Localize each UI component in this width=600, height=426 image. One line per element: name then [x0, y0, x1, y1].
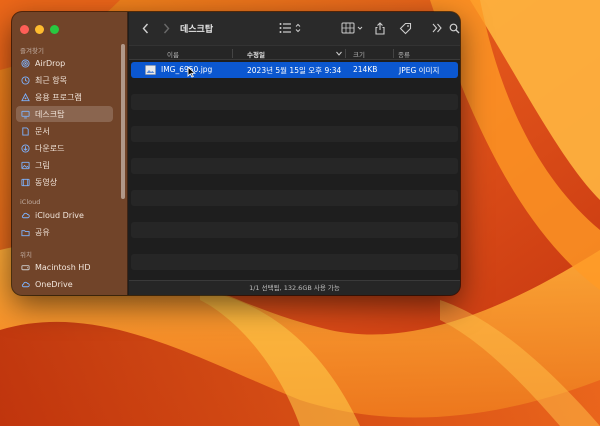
close-window-button[interactable]: [20, 25, 29, 34]
sidebar-item-label: OneDrive: [35, 279, 73, 289]
share-icon: [375, 21, 385, 35]
sidebar-item-movies[interactable]: 동영상: [16, 174, 113, 190]
sidebar-item-label: AirDrop: [35, 58, 66, 68]
sidebar-item-pictures[interactable]: 그림: [16, 157, 113, 173]
column-name[interactable]: 이름: [167, 49, 179, 59]
sidebar-scrollbar[interactable]: [121, 44, 125, 199]
empty-row: [131, 158, 458, 174]
download-icon: [21, 143, 30, 153]
empty-row: [131, 174, 458, 190]
desktop-icon: [21, 110, 30, 118]
column-divider: [345, 49, 346, 58]
cloud-icon: [21, 212, 30, 218]
column-date[interactable]: 수정일: [247, 49, 265, 59]
empty-row: [131, 254, 458, 270]
applications-icon: [21, 92, 30, 101]
sidebar-item-shared[interactable]: 공유: [16, 224, 113, 240]
sidebar-item-label: 동영상: [35, 177, 58, 187]
sort-chevron-down-icon: [336, 51, 342, 56]
column-divider: [232, 49, 233, 58]
shared-folder-icon: [21, 229, 30, 236]
sidebar-item-label: 문서: [35, 126, 50, 136]
view-options-button[interactable]: [279, 21, 303, 35]
sidebar-item-macintosh-hd[interactable]: Macintosh HD: [16, 259, 113, 275]
double-chevron-right-icon: [432, 23, 442, 33]
sidebar-item-label: 다운로드: [35, 143, 65, 153]
toolbar: 데스크탑: [129, 12, 460, 45]
share-button[interactable]: [374, 21, 386, 35]
sidebar-item-label: iCloud Drive: [35, 210, 84, 220]
sidebar-item-documents[interactable]: 문서: [16, 123, 113, 139]
tags-button[interactable]: [398, 21, 412, 35]
forward-button[interactable]: [160, 21, 172, 35]
sidebar-item-onedrive[interactable]: OneDrive: [16, 276, 113, 292]
column-divider: [393, 49, 394, 58]
airdrop-icon: [21, 58, 30, 68]
sidebar-section-locations: 위치: [20, 251, 32, 259]
sidebar: 즐겨찾기 AirDrop 최근 항목 응용 프로그램 데스크탑 문서 다운로드 …: [12, 12, 128, 295]
document-icon: [22, 126, 29, 136]
image-file-icon: [145, 65, 156, 75]
search-button[interactable]: [448, 21, 460, 35]
sidebar-item-desktop[interactable]: 데스크탑: [16, 106, 113, 122]
zoom-window-button[interactable]: [50, 25, 59, 34]
empty-row: [131, 142, 458, 158]
clock-icon: [21, 75, 30, 85]
more-toolbar-button[interactable]: [431, 21, 443, 35]
file-date: 2023년 5월 15일 오후 9:34: [247, 66, 342, 75]
sidebar-section-icloud: iCloud: [20, 198, 41, 206]
sidebar-section-favorites: 즐겨찾기: [20, 47, 44, 55]
sidebar-item-label: 그림: [35, 160, 50, 170]
file-browser: 데스크탑 이름 수정일 크기 종류 IMG_6950.jpg 2023년 5월 …: [129, 12, 460, 295]
movie-icon: [21, 178, 30, 186]
photo-icon: [21, 161, 30, 169]
sidebar-item-recents[interactable]: 최근 항목: [16, 72, 113, 88]
finder-window: 즐겨찾기 AirDrop 최근 항목 응용 프로그램 데스크탑 문서 다운로드 …: [12, 12, 460, 295]
empty-row: [131, 206, 458, 222]
empty-row: [131, 190, 458, 206]
empty-row: [131, 110, 458, 126]
tag-icon: [399, 22, 411, 34]
column-size[interactable]: 크기: [353, 49, 365, 59]
sidebar-item-label: 공유: [35, 227, 50, 237]
column-kind[interactable]: 종류: [398, 49, 410, 59]
cloud-icon: [21, 281, 30, 287]
group-button[interactable]: [341, 21, 365, 35]
empty-row: [131, 222, 458, 238]
sidebar-item-applications[interactable]: 응용 프로그램: [16, 89, 113, 105]
sidebar-item-label: Macintosh HD: [35, 262, 91, 272]
back-button[interactable]: [139, 21, 151, 35]
chevron-right-icon: [163, 23, 169, 33]
list-view-icon: [279, 23, 301, 33]
empty-row: [131, 238, 458, 254]
grid-icon: [341, 22, 363, 34]
mouse-cursor-icon: [187, 66, 196, 78]
empty-row: [131, 78, 458, 94]
harddisk-icon: [21, 264, 30, 270]
sidebar-item-airdrop[interactable]: AirDrop: [16, 55, 113, 71]
file-kind: JPEG 이미지: [399, 66, 440, 75]
window-controls: [20, 25, 59, 34]
sidebar-item-label: 응용 프로그램: [35, 92, 82, 102]
status-bar: 1/1 선택됨, 132.6GB 사용 가능: [129, 280, 460, 295]
sidebar-item-label: 데스크탑: [35, 109, 65, 119]
empty-row: [131, 126, 458, 142]
window-title: 데스크탑: [180, 25, 214, 35]
sidebar-item-label: 최근 항목: [35, 75, 67, 85]
file-size: 214KB: [353, 65, 378, 74]
sidebar-item-icloud-drive[interactable]: iCloud Drive: [16, 207, 113, 223]
table-row[interactable]: IMG_6950.jpg 2023년 5월 15일 오후 9:34 214KB …: [131, 62, 458, 78]
chevron-left-icon: [142, 23, 148, 33]
column-header: 이름 수정일 크기 종류: [129, 45, 460, 60]
file-list: IMG_6950.jpg 2023년 5월 15일 오후 9:34 214KB …: [131, 62, 458, 270]
minimize-window-button[interactable]: [35, 25, 44, 34]
search-icon: [449, 23, 459, 33]
empty-row: [131, 94, 458, 110]
sidebar-item-downloads[interactable]: 다운로드: [16, 140, 113, 156]
